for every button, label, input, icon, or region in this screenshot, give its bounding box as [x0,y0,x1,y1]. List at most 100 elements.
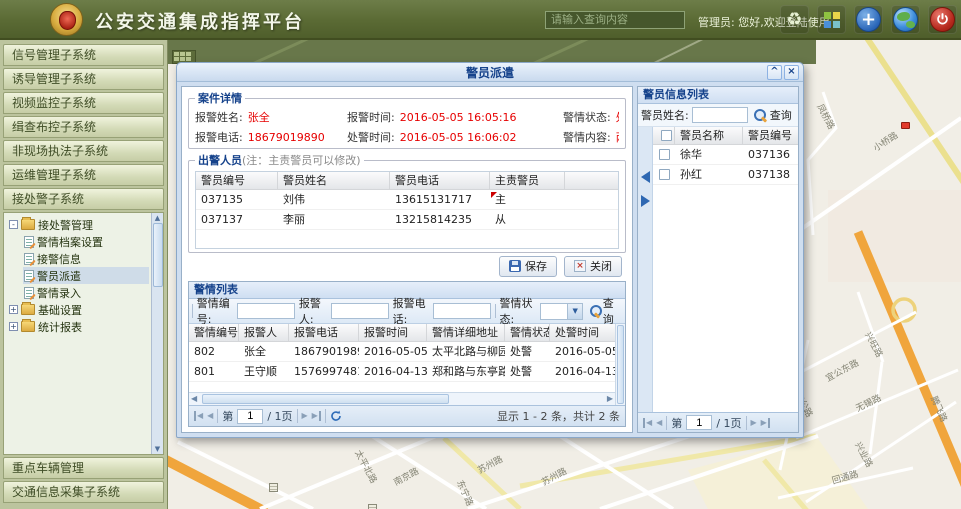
cell-officer-role[interactable]: 主 [490,190,565,209]
dispatch-row[interactable]: 037137 李丽 13215814235 从 [196,210,618,230]
filter-caller-input[interactable] [331,303,389,319]
officer-name-input[interactable] [692,107,748,123]
last-page-icon[interactable]: ▶ [312,411,321,421]
collapse-minus-icon[interactable]: - [9,220,18,229]
tree-leaf-item[interactable]: 警情档案设置 [23,233,149,250]
column-header-sorted[interactable]: 警情编号▼ [189,324,239,341]
column-header[interactable]: 报警人 [239,324,289,341]
column-header[interactable]: 警员编号 [196,172,278,189]
filter-alarm-id-input[interactable] [237,303,295,319]
alarm-grid-area: 警情编号▼ 报警人 报警电话 报警时间 警情详细地址 警情状态 处警时间 [189,324,625,405]
next-page-icon[interactable]: ▶ [751,418,757,428]
close-button[interactable]: × 关闭 [564,256,622,277]
refresh-icon[interactable] [330,410,342,422]
page-number-input[interactable] [237,409,263,424]
scroll-right-icon[interactable]: ▶ [607,393,613,405]
case-field: 警情内容: 两车追尾 [563,129,619,145]
column-header[interactable]: 处警时间 [550,324,615,341]
select-all-checkbox[interactable] [653,127,675,144]
save-button[interactable]: 保存 [499,256,557,277]
add-icon[interactable]: + [854,5,883,34]
column-header[interactable]: 警员姓名 [278,172,390,189]
dialog-titlebar[interactable]: 警员派遣 ^ × [177,63,803,82]
officer-grid-body: 徐华 037136 孙红 037138 [653,145,798,185]
tree-scrollbar[interactable]: ▲ ▼ [151,213,163,454]
row-checkbox[interactable] [653,145,675,164]
sidebar-item-guidance[interactable]: 诱导管理子系统 [3,68,164,90]
power-icon[interactable] [928,5,957,34]
sidebar-item-dispatch-system[interactable]: 接处警子系统 [3,188,164,210]
column-header[interactable]: 警员名称 [675,127,743,144]
tree-folder-basic-settings[interactable]: + 基础设置 [8,301,149,318]
row-checkbox[interactable] [653,165,675,184]
vertical-scrollbar[interactable] [615,324,625,405]
officer-row[interactable]: 徐华 037136 [653,145,798,165]
app-grid-icon[interactable] [817,5,846,34]
officer-row[interactable]: 孙红 037138 [653,165,798,185]
page-number-input[interactable] [686,415,712,430]
tree-leaf-label: 警员派遣 [37,268,81,284]
officer-search-button[interactable]: 查询 [751,106,795,124]
tree-folder-statistics[interactable]: + 统计报表 [8,318,149,335]
column-header[interactable]: 警员编号 [743,127,798,144]
sidebar-item-ops[interactable]: 运维管理子系统 [3,164,164,186]
dialog-main-panel: 案件详情 报警姓名: 张全 报警时间: 2016-05-05 16:05:16 [181,86,633,433]
prev-page-icon[interactable]: ◀ [656,418,662,428]
last-page-icon[interactable]: ▶ [761,418,770,428]
sidebar-item-offsite[interactable]: 非现场执法子系统 [3,140,164,162]
scroll-thumb[interactable] [617,325,624,404]
scroll-up-icon[interactable]: ▲ [153,213,163,223]
expand-plus-icon[interactable]: + [9,322,18,331]
dialog-body: 案件详情 报警姓名: 张全 报警时间: 2016-05-05 16:05:16 [177,82,803,437]
sidebar-item-video[interactable]: 视频监控子系统 [3,92,164,114]
collapse-icon[interactable]: ^ [767,65,782,80]
paging-status-text: 显示 1 - 2 条，共计 2 条 [497,408,620,424]
scroll-thumb[interactable] [202,394,449,404]
tree-leaf-item[interactable]: 警情录入 [23,284,149,301]
sidebar-item-patrol[interactable]: 缉查布控子系统 [3,116,164,138]
column-header[interactable]: 警情详细地址 [427,324,505,341]
alarm-grid-header: 警情编号▼ 报警人 报警电话 报警时间 警情详细地址 警情状态 处警时间 [189,324,615,342]
expand-plus-icon[interactable]: + [9,305,18,314]
recycle-icon[interactable]: ♻ [780,5,809,34]
officer-paging-toolbar: ◀ ◀ 第 / 1页 ▶ ▶ [638,412,798,432]
move-right-arrow-icon[interactable] [641,195,650,207]
globe-icon[interactable] [891,5,920,34]
column-header[interactable]: 主责警员 [490,172,565,189]
chevron-down-icon[interactable]: ▼ [567,304,582,319]
officer-panel-body: 警员名称 警员编号 徐华 037136 [638,127,798,412]
map-incident-marker[interactable] [901,122,910,129]
filter-phone-input[interactable] [433,303,491,319]
sidebar-item-signal[interactable]: 信号管理子系统 [3,44,164,66]
next-page-icon[interactable]: ▶ [302,411,308,421]
scroll-thumb[interactable] [153,223,163,287]
cell-officer-role[interactable]: 从 [490,210,565,229]
tree-root-dispatch-mgmt[interactable]: - 接处警管理 [8,216,149,233]
first-page-icon[interactable]: ◀ [194,411,203,421]
column-header[interactable]: 报警时间 [359,324,427,341]
dialog-title: 警员派遣 [466,64,514,81]
first-page-icon[interactable]: ◀ [643,418,652,428]
tree-leaf-item[interactable]: 警员派遣 [23,267,149,284]
scroll-down-icon[interactable]: ▼ [153,444,163,454]
column-header[interactable]: 警情状态 [505,324,550,341]
sidebar-item-traffic-info[interactable]: 交通信息采集子系统 [3,481,164,503]
column-header[interactable]: 警员电话 [390,172,490,189]
scroll-left-icon[interactable]: ◀ [191,393,197,405]
tree-leaf-label: 警情录入 [37,285,81,301]
alarm-search-button[interactable]: 查询 [587,294,622,328]
sidebar-item-key-vehicles[interactable]: 重点车辆管理 [3,457,164,479]
horizontal-scrollbar[interactable]: ◀ ▶ [189,392,615,405]
alarm-row[interactable]: 802 张全 18679019890 2016-05-05 16:... 太平北… [189,342,615,362]
prev-page-icon[interactable]: ◀ [207,411,213,421]
alarm-row[interactable]: 801 王守顺 15769974813 2016-04-13 12:... 郑和… [189,362,615,382]
cell-officer-id: 037135 [196,190,278,209]
filter-status-select[interactable]: ▼ [540,303,584,320]
map-building-icon [368,504,377,509]
tree-leaf-item[interactable]: 接警信息 [23,250,149,267]
global-search-input[interactable] [545,11,685,29]
dispatch-row[interactable]: 037135 刘伟 13615131717 主 [196,190,618,210]
close-icon[interactable]: × [784,65,799,80]
move-left-arrow-icon[interactable] [641,171,650,183]
column-header[interactable]: 报警电话 [289,324,359,341]
